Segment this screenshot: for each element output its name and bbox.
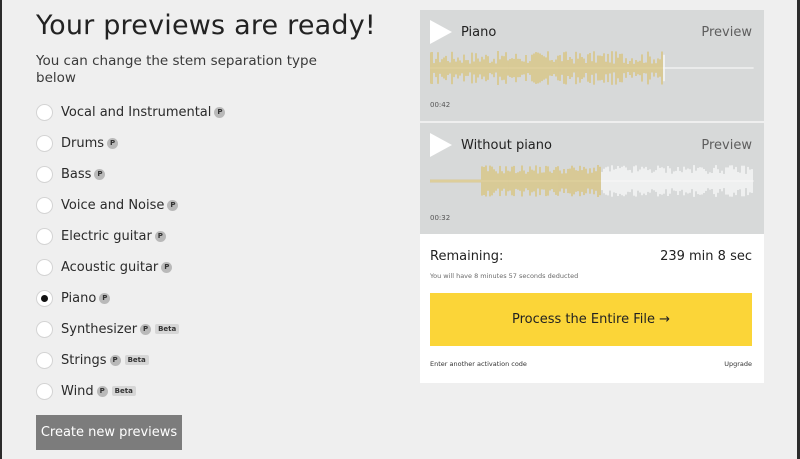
option-label: Bass (61, 166, 92, 182)
beta-badge: Beta (111, 386, 136, 396)
page-subtitle: You can change the stem separation type … (36, 53, 317, 86)
option-label: Electric guitar (61, 228, 152, 244)
play-icon[interactable] (430, 133, 452, 157)
track-name: Piano (461, 25, 497, 40)
premium-badge: P (161, 261, 173, 273)
premium-badge: P (99, 292, 111, 304)
upgrade-link[interactable]: Upgrade (724, 360, 752, 368)
preview-panel: Piano Preview 00:42 Without piano Previe… (420, 10, 764, 383)
radio-button[interactable] (36, 165, 53, 183)
premium-badge: P (96, 385, 108, 397)
option-label: Vocal and Instrumental (61, 104, 212, 120)
preview-label[interactable]: Preview (701, 138, 752, 153)
premium-badge: P (167, 199, 179, 211)
stem-option-strings[interactable]: Strings P Beta (36, 347, 149, 373)
stem-option-drums[interactable]: Drums P (36, 130, 119, 156)
premium-badge: P (109, 354, 121, 366)
waveform[interactable] (430, 46, 754, 90)
radio-button[interactable] (36, 134, 53, 152)
stem-option-electric-guitar[interactable]: Electric guitar P (36, 223, 166, 249)
track-duration: 00:32 (430, 214, 451, 222)
process-entire-file-button[interactable]: Process the Entire File → (430, 293, 752, 346)
page-title: Your previews are ready! (36, 10, 376, 41)
activation-code-link[interactable]: Enter another activation code (430, 360, 527, 368)
radio-button[interactable] (36, 320, 53, 338)
option-label: Synthesizer (61, 321, 138, 337)
radio-button[interactable] (36, 382, 53, 400)
radio-button[interactable] (36, 196, 53, 214)
radio-button[interactable] (36, 289, 53, 307)
preview-label[interactable]: Preview (701, 25, 752, 40)
option-label: Drums (61, 135, 105, 151)
option-label: Piano (61, 290, 97, 306)
stem-option-piano[interactable]: Piano P (36, 285, 111, 311)
radio-button[interactable] (36, 227, 53, 245)
stem-option-voice-and-noise[interactable]: Voice and Noise P (36, 192, 179, 218)
track-name: Without piano (461, 138, 552, 153)
waveform[interactable] (430, 159, 754, 203)
beta-badge: Beta (124, 355, 149, 365)
option-label: Voice and Noise (61, 197, 165, 213)
premium-badge: P (214, 106, 226, 118)
stem-option-synthesizer[interactable]: Synthesizer P Beta (36, 316, 180, 342)
stem-option-wind[interactable]: Wind P Beta (36, 378, 136, 404)
stem-option-vocal-and-instrumental[interactable]: Vocal and Instrumental P (36, 99, 226, 125)
stem-option-acoustic-guitar[interactable]: Acoustic guitar P (36, 254, 173, 280)
remaining-value: 239 min 8 sec (660, 249, 752, 264)
radio-button[interactable] (36, 258, 53, 276)
option-label: Strings (61, 352, 107, 368)
track-preview-without-piano: Without piano Preview 00:32 (420, 123, 764, 234)
window-border-left (0, 0, 2, 459)
track-duration: 00:42 (430, 101, 451, 109)
deduction-note: You will have 8 minutes 57 seconds deduc… (430, 272, 579, 280)
premium-badge: P (140, 323, 152, 335)
track-preview-piano: Piano Preview 00:42 (420, 10, 764, 121)
option-label: Wind (61, 383, 94, 399)
remaining-label: Remaining: (430, 249, 504, 264)
play-icon[interactable] (430, 20, 452, 44)
premium-badge: P (107, 137, 119, 149)
option-label: Acoustic guitar (61, 259, 159, 275)
beta-badge: Beta (155, 324, 180, 334)
radio-button[interactable] (36, 351, 53, 369)
create-new-previews-button[interactable]: Create new previews (36, 415, 182, 450)
process-card: Remaining: 239 min 8 sec You will have 8… (420, 234, 764, 383)
radio-button[interactable] (36, 103, 53, 121)
stem-option-bass[interactable]: Bass P (36, 161, 106, 187)
premium-badge: P (94, 168, 106, 180)
premium-badge: P (154, 230, 166, 242)
